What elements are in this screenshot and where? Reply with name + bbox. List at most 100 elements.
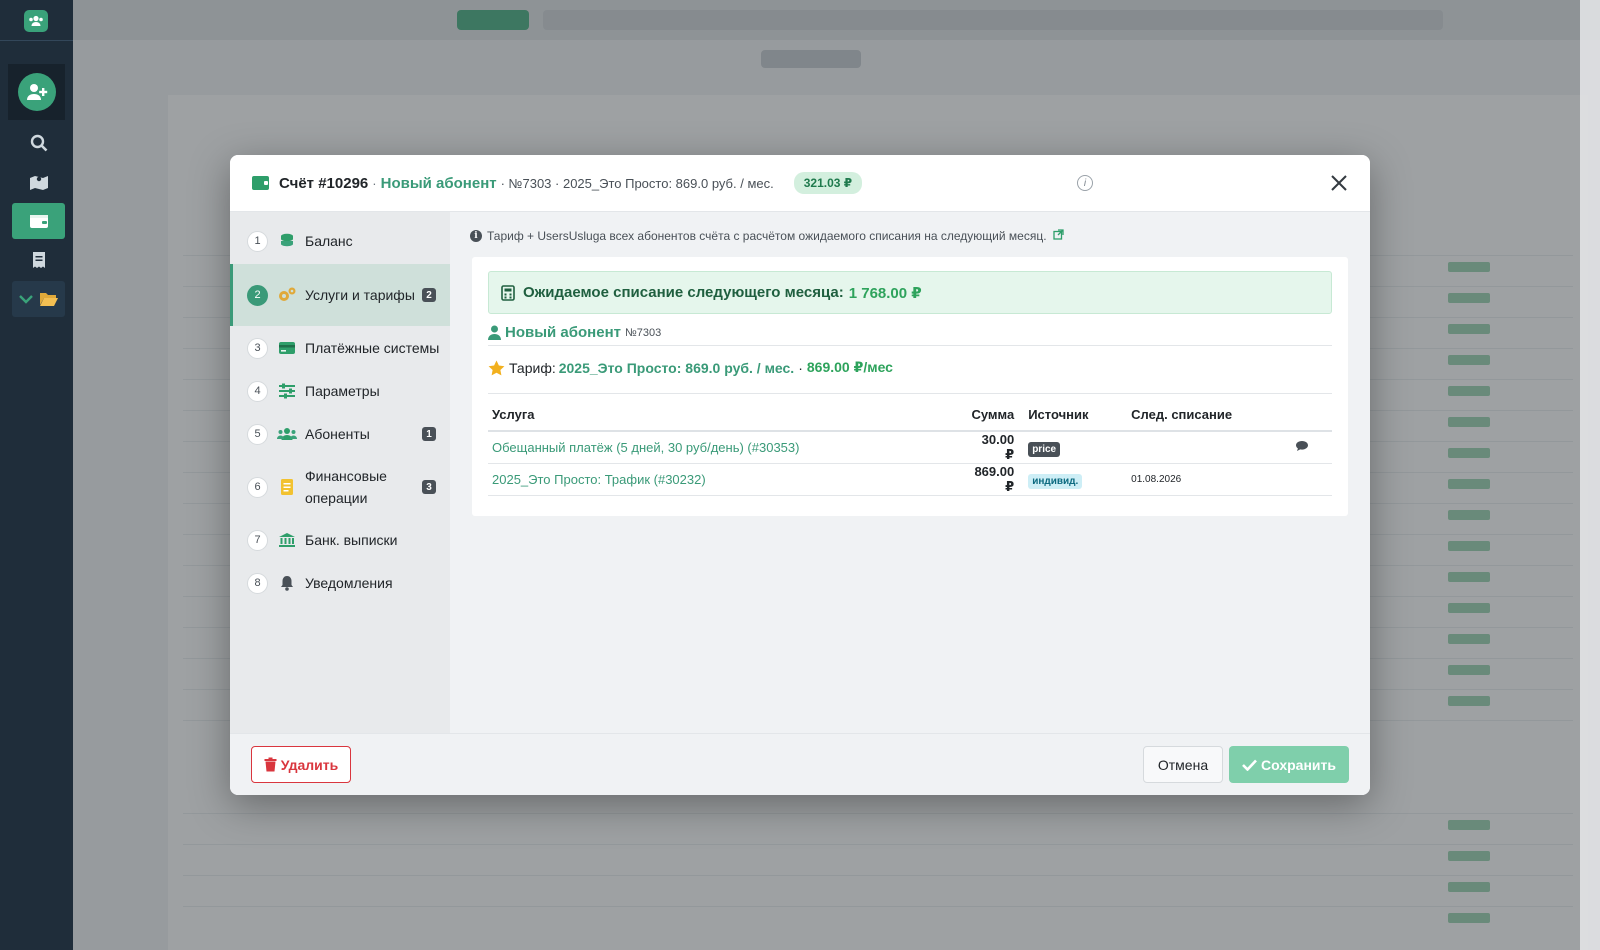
bank-icon xyxy=(277,531,297,549)
delete-button[interactable]: Удалить xyxy=(251,746,351,783)
title-separator: · xyxy=(372,175,377,191)
close-icon xyxy=(1331,175,1347,191)
nav-label: Абоненты xyxy=(305,426,370,442)
subscriber-line: Новый абонент №7303 xyxy=(488,324,661,341)
row-actions xyxy=(1272,463,1332,496)
document-icon xyxy=(277,478,297,496)
users-logo-icon[interactable] xyxy=(24,10,48,32)
nav-item-financial-operations[interactable]: 6 Финансовые операции 3 xyxy=(230,456,450,518)
service-sum: 30.00 ₽ xyxy=(967,431,1025,464)
cancel-button[interactable]: Отмена xyxy=(1143,746,1223,783)
modal-subscriber-link[interactable]: Новый абонент xyxy=(381,175,497,192)
service-link[interactable]: 2025_Это Просто: Трафик (#30232) xyxy=(488,463,968,496)
gears-icon xyxy=(277,286,297,304)
page-scrollbar[interactable] xyxy=(1580,0,1600,950)
tariff-price: 869.00 ₽/мес xyxy=(806,359,893,375)
wallet-nav-button[interactable] xyxy=(12,203,65,239)
step-number: 5 xyxy=(247,423,268,445)
step-number: 3 xyxy=(247,337,268,359)
modal-meta: · №7303 · 2025_Это Просто: 869.0 руб. / … xyxy=(500,175,774,191)
nav-count-badge: 1 xyxy=(422,427,436,441)
expected-charge-label: Ожидаемое списание следующего месяца: xyxy=(523,284,844,301)
cancel-label: Отмена xyxy=(1157,756,1209,773)
divider xyxy=(488,345,1332,346)
step-number: 8 xyxy=(247,572,268,594)
subscriber-name[interactable]: Новый абонент xyxy=(505,324,621,341)
step-number: 4 xyxy=(247,380,268,402)
coins-icon xyxy=(277,232,297,250)
comment-button[interactable] xyxy=(1272,431,1332,464)
nav-item-payment-systems[interactable]: 3 Платёжные системы xyxy=(230,332,450,364)
receipt-nav-button[interactable] xyxy=(12,242,65,278)
service-next-charge xyxy=(1127,431,1273,464)
tariff-line: Тариф: 2025_Это Просто: 869.0 руб. / мес… xyxy=(488,359,893,376)
nav-label: Банк. выписки xyxy=(305,532,398,548)
credit-card-icon xyxy=(277,339,297,357)
comment-icon xyxy=(1296,441,1309,451)
expected-charge-value: 1 768.00 ₽ xyxy=(848,284,922,302)
map-nav-button[interactable] xyxy=(12,164,65,200)
user-icon xyxy=(488,325,501,340)
app-sidebar xyxy=(0,0,73,950)
table-row: Обещанный платёж (5 дней, 30 руб/день) (… xyxy=(488,431,1332,464)
source-badge: индивид. xyxy=(1028,474,1083,489)
close-button[interactable] xyxy=(1327,171,1351,195)
search-nav-button[interactable] xyxy=(12,125,65,161)
col-service: Услуга xyxy=(488,399,968,432)
source-badge: price xyxy=(1028,442,1061,457)
nav-label: Платёжные системы xyxy=(305,340,440,356)
folders-nav-button[interactable] xyxy=(12,281,65,317)
col-source: Источник xyxy=(1024,399,1128,432)
services-table: Услуга Сумма Источник След. списание Обе… xyxy=(488,399,1332,496)
subscriber-number: №7303 xyxy=(625,326,662,339)
bell-icon xyxy=(277,574,297,592)
nav-label: Финансовые операции xyxy=(305,468,387,506)
expected-charge-box: Ожидаемое списание следующего месяца: 1 … xyxy=(488,271,1332,314)
nav-item-parameters[interactable]: 4 Параметры xyxy=(230,375,450,407)
nav-item-services[interactable]: 2 Услуги и тарифы 2 xyxy=(230,264,450,326)
wallet-icon xyxy=(29,215,48,228)
info-icon[interactable]: i xyxy=(1077,175,1093,191)
col-sum: Сумма xyxy=(967,399,1025,432)
delete-label: Удалить xyxy=(280,756,339,773)
service-link[interactable]: Обещанный платёж (5 дней, 30 руб/день) (… xyxy=(488,431,968,464)
divider xyxy=(488,393,1332,394)
tariff-name[interactable]: 2025_Это Просто: 869.0 руб. / мес. xyxy=(559,360,794,376)
nav-item-notifications[interactable]: 8 Уведомления xyxy=(230,567,450,599)
nav-count-badge: 2 xyxy=(422,288,436,302)
nav-label: Услуги и тарифы xyxy=(305,287,415,303)
modal-side-nav: 1 Баланс 2 Услуги и тарифы 2 3 Платёжные… xyxy=(230,212,450,733)
step-number: 6 xyxy=(247,476,268,498)
check-icon xyxy=(1242,759,1257,771)
nav-label: Баланс xyxy=(305,233,353,249)
chevron-down-icon xyxy=(18,295,33,304)
table-row: 2025_Это Просто: Трафик (#30232) 869.00 … xyxy=(488,463,1332,496)
col-actions xyxy=(1272,399,1332,432)
nav-label: Параметры xyxy=(305,383,380,399)
table-header-row: Услуга Сумма Источник След. списание xyxy=(488,399,1332,432)
nav-label: Уведомления xyxy=(305,575,393,591)
modal-title: Счёт #10296 xyxy=(279,174,369,192)
tariff-separator: · xyxy=(798,359,803,376)
modal-header: Счёт #10296 · Новый абонент · №7303 · 20… xyxy=(230,155,1370,212)
nav-item-bank-statements[interactable]: 7 Банк. выписки xyxy=(230,524,450,556)
save-button[interactable]: Сохранить xyxy=(1229,746,1349,783)
modal-content: i Тариф + UsersUsluga всех абонентов счё… xyxy=(450,212,1370,733)
service-next-charge: 01.08.2026 xyxy=(1127,463,1273,496)
hint-text: Тариф + UsersUsluga всех абонентов счёта… xyxy=(487,229,1047,243)
balance-badge: 321.03 ₽ xyxy=(793,172,863,194)
trash-icon xyxy=(264,757,277,772)
services-panel: Ожидаемое списание следующего месяца: 1 … xyxy=(472,257,1348,516)
external-link-icon[interactable] xyxy=(1052,229,1064,243)
service-source: price xyxy=(1024,431,1128,464)
col-next: След. списание xyxy=(1127,399,1273,432)
add-user-button[interactable] xyxy=(17,73,56,111)
tariff-label: Тариф: xyxy=(509,359,556,376)
account-modal: Счёт #10296 · Новый абонент · №7303 · 20… xyxy=(230,155,1370,795)
nav-item-balance[interactable]: 1 Баланс xyxy=(230,225,450,257)
add-user-icon xyxy=(26,84,47,100)
nav-item-subscribers[interactable]: 5 Абоненты 1 xyxy=(230,418,450,450)
map-icon xyxy=(29,176,48,190)
save-label: Сохранить xyxy=(1261,756,1336,773)
info-circle-icon: i xyxy=(470,230,482,242)
